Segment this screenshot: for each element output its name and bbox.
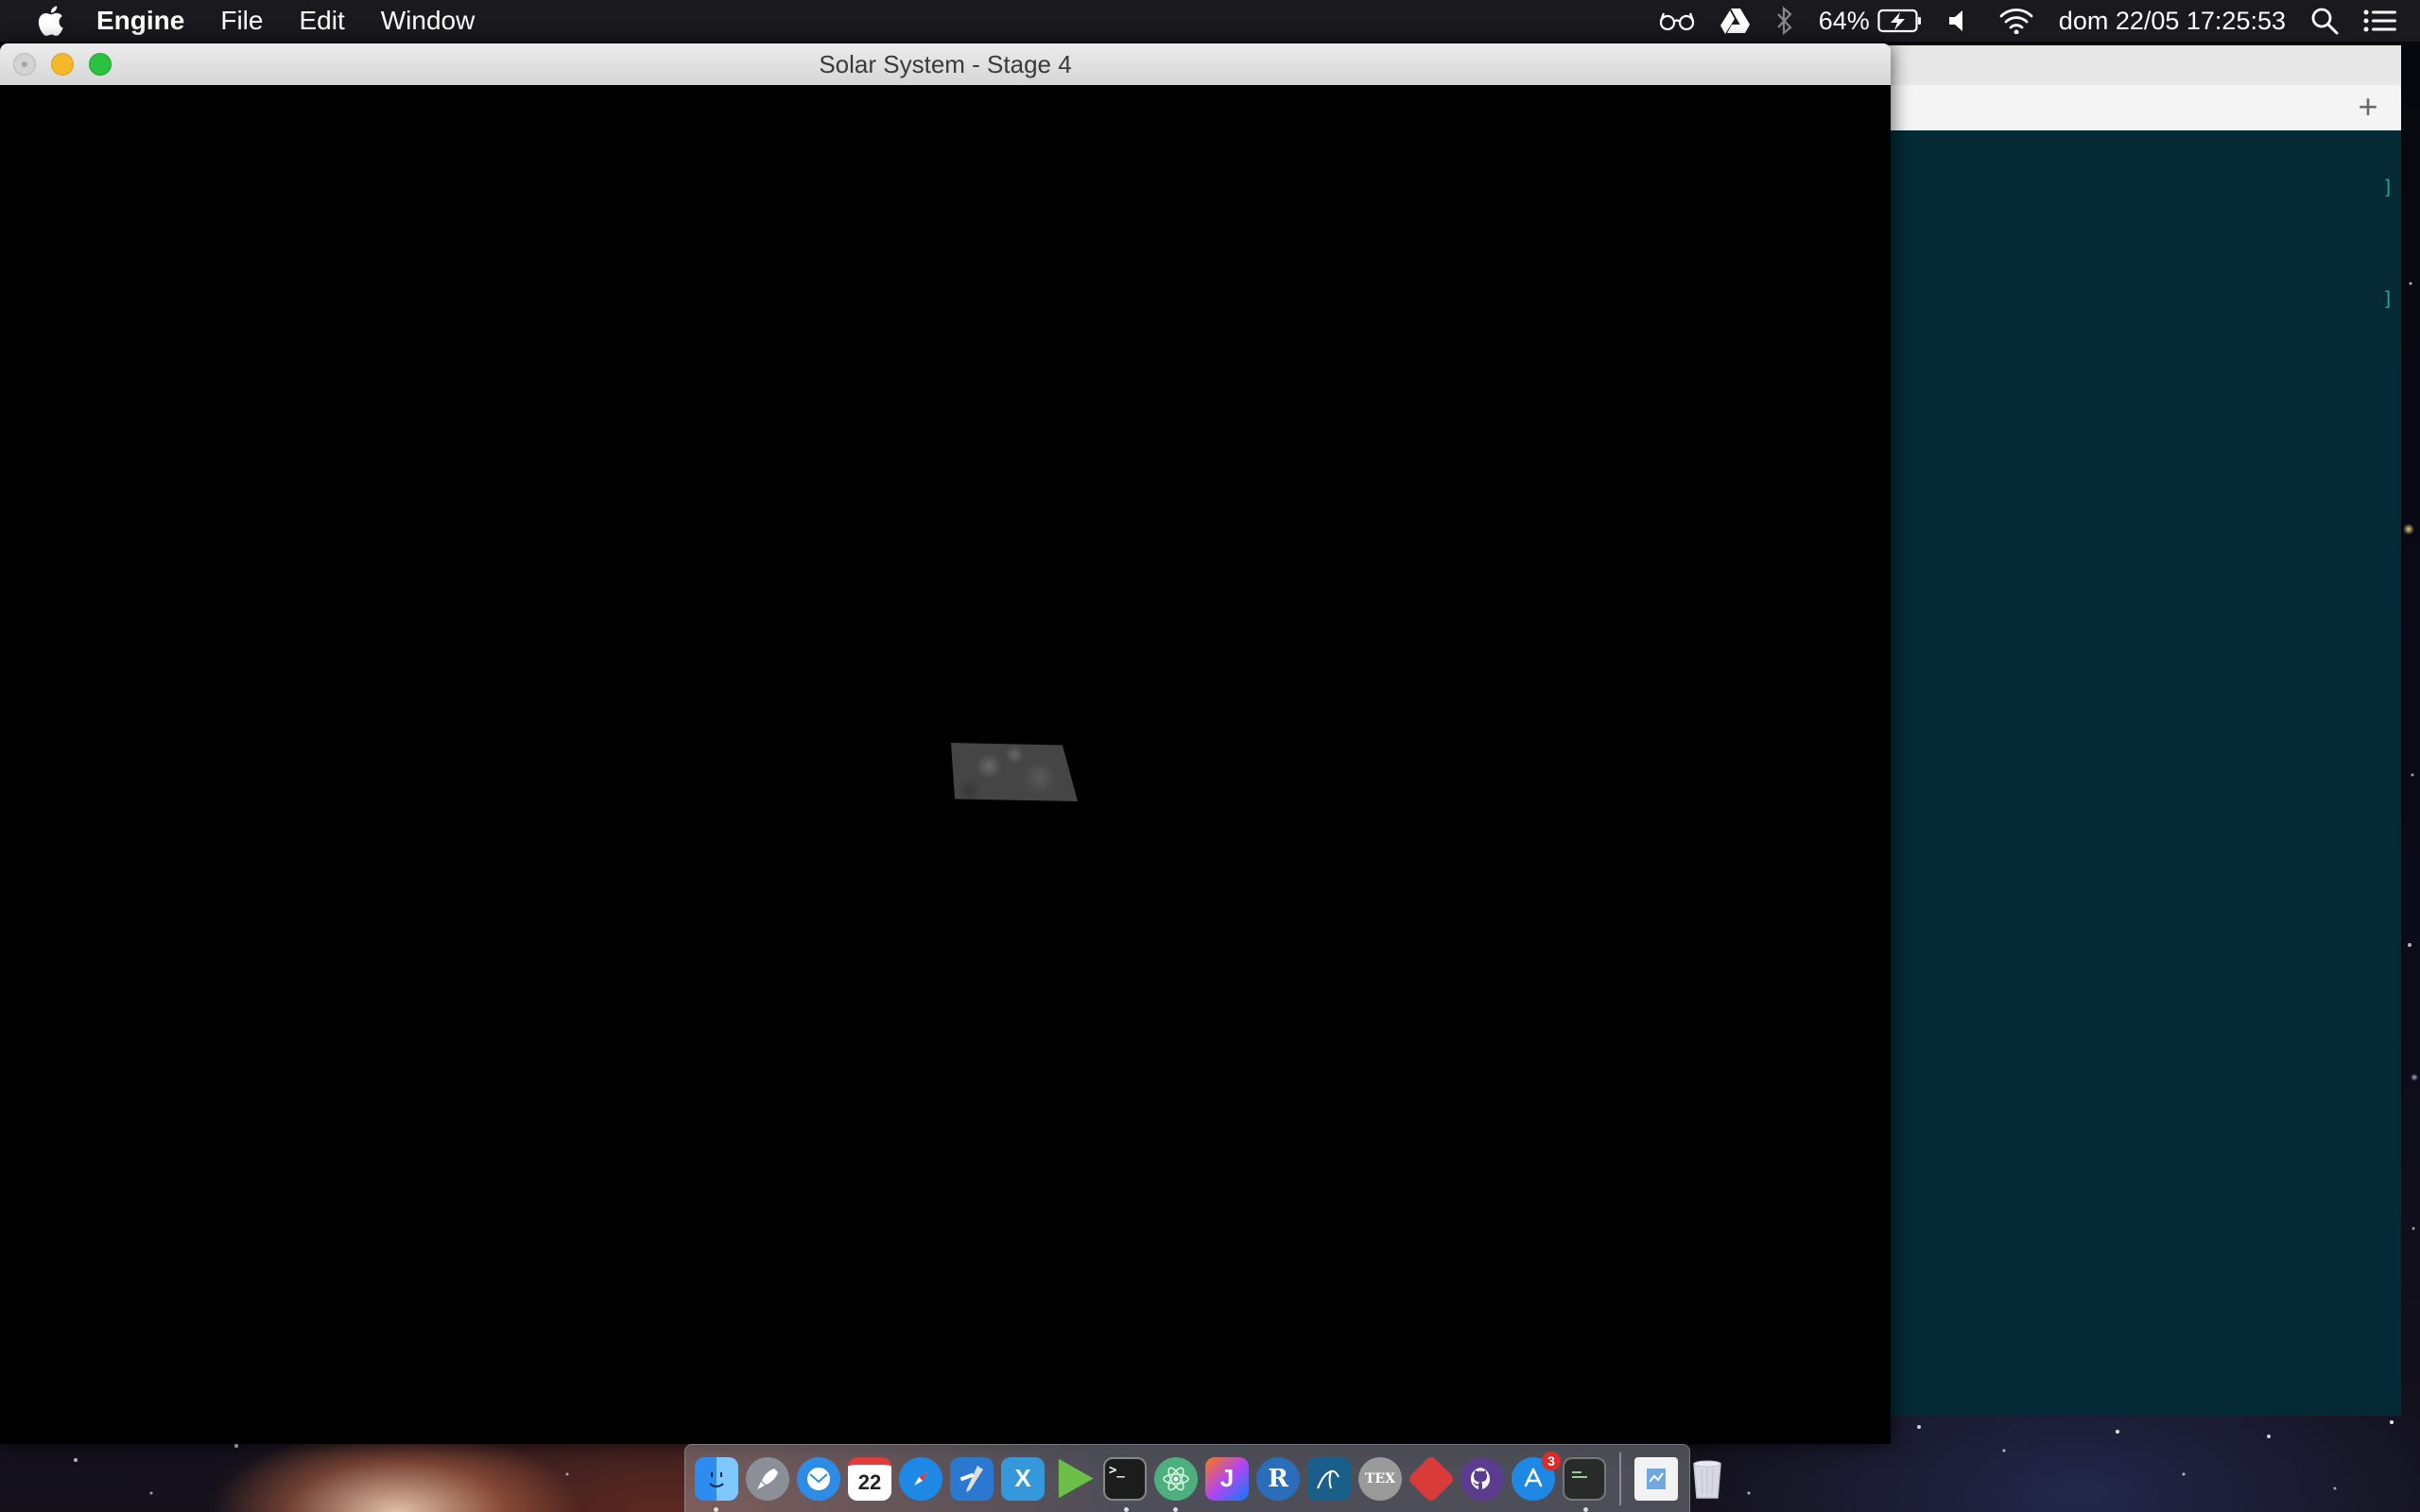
main-window: Solar System - Stage 4 <box>0 43 1891 1444</box>
intellij-letter: J <box>1219 1464 1235 1492</box>
render-viewport[interactable] <box>0 85 1891 1444</box>
tex-icon[interactable]: TEX <box>1358 1456 1402 1501</box>
finder-icon[interactable] <box>695 1456 738 1512</box>
rock-texture-object <box>951 743 1078 801</box>
downloads-stack-icon[interactable] <box>1634 1456 1678 1501</box>
apple-menu-icon[interactable] <box>36 3 68 39</box>
dock: 22 X >_ J R TEX 3 <box>684 1444 1721 1512</box>
background-editor-content[interactable]: ] ] <box>1881 130 2401 1416</box>
bracket-mark: ] <box>2381 176 2394 198</box>
new-tab-button[interactable]: + <box>2352 90 2384 124</box>
xamarin-icon[interactable]: X <box>1001 1456 1045 1501</box>
git-tool-icon[interactable] <box>1407 1454 1456 1503</box>
calendar-day: 22 <box>857 1469 882 1494</box>
wifi-icon[interactable] <box>1998 8 2034 34</box>
menu-window[interactable]: Window <box>381 6 475 36</box>
terminal-icon[interactable]: >_ <box>1103 1456 1147 1512</box>
app-store-badge: 3 <box>1542 1451 1561 1470</box>
spotlight-search-icon[interactable] <box>2310 7 2339 35</box>
bracket-mark: ] <box>2381 287 2394 310</box>
tex-label: TEX <box>1365 1470 1395 1486</box>
background-window-titlebar[interactable] <box>1881 45 2401 86</box>
menu-bar: Engine File Edit Window 64% dom 22/05 17… <box>0 0 2420 42</box>
battery-charging-icon[interactable] <box>1877 9 1923 33</box>
r-letter: R <box>1268 1464 1288 1493</box>
xcode-icon[interactable] <box>950 1456 994 1501</box>
atom-icon[interactable] <box>1154 1456 1198 1512</box>
xamarin-letter: X <box>1014 1464 1031 1492</box>
bluetooth-icon[interactable] <box>1775 7 1794 35</box>
menu-edit[interactable]: Edit <box>299 6 344 36</box>
app-store-icon[interactable]: 3 <box>1512 1451 1561 1501</box>
intellij-icon[interactable]: J <box>1205 1456 1249 1501</box>
terminal-prompt: >_ <box>1109 1462 1125 1478</box>
mysql-workbench-icon[interactable] <box>1307 1456 1351 1501</box>
volume-icon[interactable] <box>1947 9 1974 33</box>
dock-separator <box>1619 1452 1621 1505</box>
window-titlebar[interactable]: Solar System - Stage 4 <box>0 43 1891 86</box>
infuse-icon[interactable] <box>1058 1458 1094 1499</box>
menu-file[interactable]: File <box>220 6 263 36</box>
trash-icon[interactable] <box>1685 1457 1729 1501</box>
calendar-icon[interactable]: 22 <box>848 1456 891 1501</box>
safari-icon[interactable] <box>899 1456 942 1501</box>
github-icon[interactable] <box>1461 1456 1504 1501</box>
menu-app-name[interactable]: Engine <box>96 6 184 36</box>
launchpad-icon[interactable] <box>746 1456 789 1501</box>
google-drive-icon[interactable] <box>1720 8 1751 34</box>
mail-icon[interactable] <box>797 1456 840 1501</box>
battery-percent[interactable]: 64% <box>1819 7 1870 36</box>
window-title: Solar System - Stage 4 <box>819 50 1072 78</box>
console-icon[interactable] <box>1563 1456 1606 1512</box>
background-window[interactable]: + ] ] <box>1881 45 2401 1416</box>
clock[interactable]: dom 22/05 17:25:53 <box>2059 7 2286 36</box>
notification-center-icon[interactable] <box>2363 9 2397 33</box>
r-icon[interactable]: R <box>1256 1456 1300 1501</box>
glasses-icon[interactable] <box>1658 9 1696 32</box>
background-window-tabbar: + <box>1881 85 2401 131</box>
status-area: 64% dom 22/05 17:25:53 <box>1634 0 2401 42</box>
